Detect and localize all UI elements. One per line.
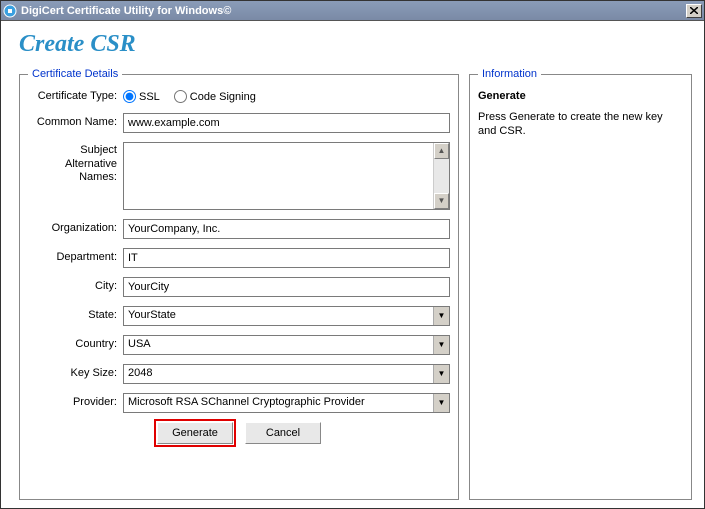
- country-label: Country:: [28, 338, 123, 352]
- cert-type-code-option[interactable]: Code Signing: [174, 90, 256, 103]
- chevron-down-icon[interactable]: ▼: [433, 307, 449, 325]
- details-legend: Certificate Details: [28, 68, 122, 80]
- chevron-down-icon[interactable]: ▼: [433, 394, 449, 412]
- common-name-label: Common Name:: [28, 116, 123, 130]
- country-row: Country: USA ▼: [28, 335, 450, 355]
- organization-input[interactable]: [123, 219, 450, 239]
- scroll-down-icon[interactable]: ▼: [434, 193, 449, 209]
- cert-type-row: Certificate Type: SSL Code Signing: [28, 90, 450, 104]
- certificate-details-panel: Certificate Details Certificate Type: SS…: [19, 68, 459, 500]
- chevron-down-icon[interactable]: ▼: [433, 365, 449, 383]
- cert-type-ssl-radio[interactable]: [123, 90, 136, 103]
- san-row: Subject Alternative Names: ▲ ▼: [28, 142, 450, 210]
- cert-type-label: Certificate Type:: [28, 90, 123, 104]
- info-text: Press Generate to create the new key and…: [478, 110, 683, 139]
- san-scrollbar[interactable]: ▲ ▼: [433, 143, 449, 209]
- common-name-input[interactable]: [123, 113, 450, 133]
- generate-button[interactable]: Generate: [157, 422, 233, 444]
- city-input[interactable]: [123, 277, 450, 297]
- common-name-row: Common Name:: [28, 113, 450, 133]
- cert-type-group: SSL Code Signing: [123, 90, 450, 103]
- information-panel: Information Generate Press Generate to c…: [469, 68, 692, 500]
- provider-select[interactable]: Microsoft RSA SChannel Cryptographic Pro…: [123, 393, 450, 413]
- info-title: Generate: [478, 90, 683, 102]
- button-row: Generate Cancel: [28, 422, 450, 444]
- department-input[interactable]: [123, 248, 450, 268]
- chevron-down-icon[interactable]: ▼: [433, 336, 449, 354]
- state-select[interactable]: YourState ▼: [123, 306, 450, 326]
- scroll-up-icon[interactable]: ▲: [434, 143, 449, 159]
- cert-type-ssl-option[interactable]: SSL: [123, 90, 160, 103]
- keysize-row: Key Size: 2048 ▼: [28, 364, 450, 384]
- city-row: City:: [28, 277, 450, 297]
- department-row: Department:: [28, 248, 450, 268]
- app-icon: [3, 4, 17, 18]
- state-row: State: YourState ▼: [28, 306, 450, 326]
- titlebar: DigiCert Certificate Utility for Windows…: [1, 1, 704, 21]
- keysize-label: Key Size:: [28, 367, 123, 381]
- window-title: DigiCert Certificate Utility for Windows…: [21, 5, 686, 17]
- keysize-select[interactable]: 2048 ▼: [123, 364, 450, 384]
- cancel-button[interactable]: Cancel: [245, 422, 321, 444]
- san-label: Subject Alternative Names:: [28, 142, 123, 185]
- provider-label: Provider:: [28, 396, 123, 410]
- close-button[interactable]: [686, 4, 702, 18]
- page-title: Create CSR: [19, 31, 692, 58]
- provider-row: Provider: Microsoft RSA SChannel Cryptog…: [28, 393, 450, 413]
- info-legend: Information: [478, 68, 541, 80]
- panels-row: Certificate Details Certificate Type: SS…: [19, 68, 692, 500]
- organization-row: Organization:: [28, 219, 450, 239]
- cert-type-code-radio[interactable]: [174, 90, 187, 103]
- organization-label: Organization:: [28, 222, 123, 236]
- department-label: Department:: [28, 251, 123, 265]
- content-area: Create CSR Certificate Details Certifica…: [1, 21, 704, 508]
- country-select[interactable]: USA ▼: [123, 335, 450, 355]
- city-label: City:: [28, 280, 123, 294]
- san-input[interactable]: ▲ ▼: [123, 142, 450, 210]
- state-label: State:: [28, 309, 123, 323]
